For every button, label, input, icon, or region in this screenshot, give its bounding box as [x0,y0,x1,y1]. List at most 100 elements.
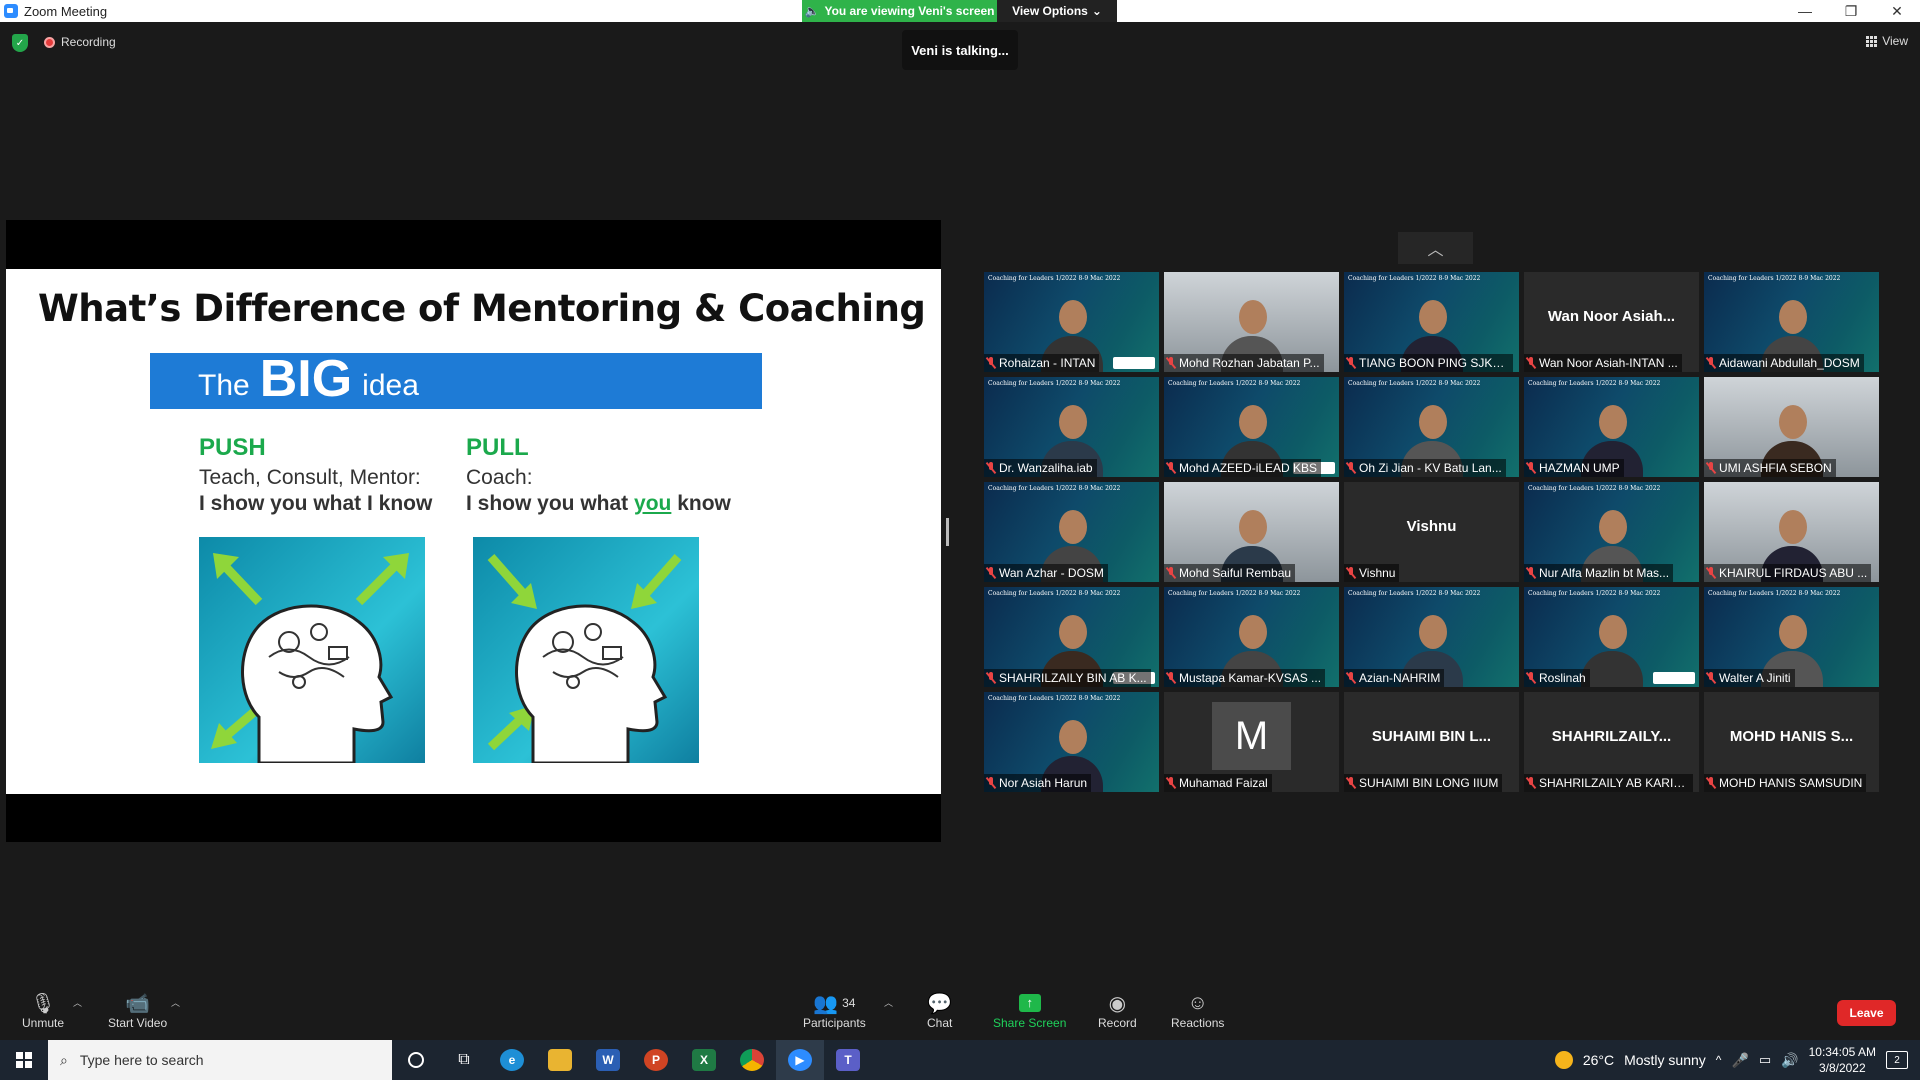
gallery-page-up-button[interactable]: ︿ [1398,232,1473,264]
active-speaker-toast: Veni is talking... [902,30,1018,70]
minimize-icon[interactable]: — [1782,0,1828,22]
virtual-bg-banner: Coaching for Leaders 1/2022 8-9 Mac 2022 [988,485,1121,492]
participant-tile[interactable]: Coaching for Leaders 1/2022 8-9 Mac 2022… [984,272,1159,372]
notifications-icon[interactable]: 2 [1886,1051,1908,1069]
start-video-button[interactable]: 📹 Start Video [108,990,167,1031]
video-options-caret[interactable]: ︿ [171,996,180,1009]
participant-tile[interactable]: Coaching for Leaders 1/2022 8-9 Mac 2022… [1344,377,1519,477]
participant-name: Mohd Rozhan Jabatan P... [1179,356,1320,370]
participants-options-caret[interactable]: ︿ [884,996,893,1009]
participant-tile[interactable]: Coaching for Leaders 1/2022 8-9 Mac 2022… [984,587,1159,687]
big-idea-idea: idea [362,369,419,402]
panel-splitter-handle[interactable] [946,518,949,546]
leave-button[interactable]: Leave [1837,1000,1896,1026]
weather-desc[interactable]: Mostly sunny [1624,1052,1706,1068]
participant-name: MOHD HANIS SAMSUDIN [1719,776,1863,790]
unmute-button[interactable]: 🎙 Unmute [22,990,64,1031]
weather-sun-icon[interactable] [1554,1051,1573,1069]
participant-tile[interactable]: MOHD HANIS S... MOHD HANIS SAMSUDIN [1704,692,1879,792]
record-icon: ◉ [1108,992,1127,1015]
grid-icon [1866,35,1878,47]
chat-button[interactable]: 💬 Chat [927,990,952,1031]
reactions-button[interactable]: ☺ Reactions [1171,990,1225,1031]
taskbar-search[interactable]: ⌕ Type here to search [48,1040,392,1080]
participant-gallery: Coaching for Leaders 1/2022 8-9 Mac 2022… [984,272,1889,792]
participant-tile[interactable]: Coaching for Leaders 1/2022 8-9 Mac 2022… [1164,377,1339,477]
participants-button[interactable]: 👥 34 Participants [803,990,866,1031]
virtual-bg-banner: Coaching for Leaders 1/2022 8-9 Mac 2022 [1348,275,1481,282]
participant-tile[interactable]: Coaching for Leaders 1/2022 8-9 Mac 2022… [984,482,1159,582]
participant-tile[interactable]: SUHAIMI BIN L... SUHAIMI BIN LONG IIUM [1344,692,1519,792]
participant-name: Vishnu [1359,566,1396,580]
excel-app[interactable]: X [680,1040,728,1080]
view-options-button[interactable]: View Options ⌄ [997,0,1117,22]
network-icon[interactable]: ▭ [1759,1052,1771,1068]
microphone-icon[interactable]: 🎤 [1731,1052,1748,1069]
edge-app[interactable]: e [488,1040,536,1080]
participant-tile[interactable]: Coaching for Leaders 1/2022 8-9 Mac 2022… [984,692,1159,792]
mic-muted-icon [1706,567,1716,579]
view-button[interactable]: View [1866,34,1908,48]
audio-options-caret[interactable]: ︿ [73,996,82,1009]
record-button[interactable]: ◉ Record [1098,990,1137,1031]
participant-tile[interactable]: Wan Noor Asiah... Wan Noor Asiah-INTAN ..… [1524,272,1699,372]
participant-nameplate: Nur Alfa Mazlin bt Mas... [1524,564,1674,582]
search-icon: ⌕ [60,1051,68,1068]
participant-nameplate: Aidawani Abdullah_DOSM [1704,354,1864,372]
chrome-app[interactable] [728,1040,776,1080]
logo-badge [1113,357,1155,369]
teams-app[interactable]: T [824,1040,872,1080]
share-screen-button[interactable]: ↑ Share Screen [993,990,1066,1030]
mic-muted-icon [1346,567,1356,579]
participant-name: SHAHRILZAILY BIN AB K... [999,671,1147,685]
participant-tile[interactable]: Coaching for Leaders 1/2022 8-9 Mac 2022… [1524,482,1699,582]
participant-tile[interactable]: Coaching for Leaders 1/2022 8-9 Mac 2022… [984,377,1159,477]
participant-tile[interactable]: Mohd Rozhan Jabatan P... [1164,272,1339,372]
participant-count: 34 [842,996,856,1010]
participant-tile[interactable]: Coaching for Leaders 1/2022 8-9 Mac 2022… [1524,377,1699,477]
search-placeholder: Type here to search [79,1052,204,1068]
task-view-button[interactable]: ⧉ [440,1040,488,1080]
participant-name: Mohd AZEED-iLEAD KBS [1179,461,1318,475]
speaker-icon: 🔈 [804,4,820,18]
volume-icon[interactable]: 🔊 [1781,1052,1798,1069]
mic-muted-icon [1166,357,1176,369]
chevron-up-icon[interactable]: ^ [1716,1053,1722,1067]
cortana-button[interactable] [392,1040,440,1080]
edge-icon: e [500,1049,524,1071]
participant-tile[interactable]: KHAIRUL FIRDAUS ABU ... [1704,482,1879,582]
clock[interactable]: 10:34:05 AM 3/8/2022 [1809,1044,1876,1076]
participant-name: Nor Asiah Harun [999,776,1088,790]
close-icon[interactable]: ✕ [1874,0,1920,22]
participant-nameplate: MOHD HANIS SAMSUDIN [1704,774,1867,792]
participant-nameplate: SHAHRILZAILY BIN AB K... [984,669,1151,687]
restore-icon[interactable]: ❐ [1828,0,1874,22]
participant-tile[interactable]: Coaching for Leaders 1/2022 8-9 Mac 2022… [1344,272,1519,372]
powerpoint-app[interactable]: P [632,1040,680,1080]
start-button[interactable] [0,1040,48,1080]
participant-tile[interactable]: UMI ASHFIA SEBON [1704,377,1879,477]
participant-tile[interactable]: M Muhamad Faizal [1164,692,1339,792]
shared-screen[interactable]: What’s Difference of Mentoring & Coachin… [6,220,941,842]
participant-tile[interactable]: Coaching for Leaders 1/2022 8-9 Mac 2022… [1344,587,1519,687]
participant-tile[interactable]: Coaching for Leaders 1/2022 8-9 Mac 2022… [1524,587,1699,687]
word-app[interactable]: W [584,1040,632,1080]
zoom-taskbar-app[interactable]: ▶ [776,1040,824,1080]
mic-muted-icon [1706,357,1716,369]
participant-tile[interactable]: Mohd Saiful Rembau [1164,482,1339,582]
security-shield-icon[interactable]: ✓ [12,34,28,52]
file-explorer-app[interactable] [536,1040,584,1080]
mic-muted-icon [1706,672,1716,684]
recording-indicator[interactable]: Recording [44,35,116,49]
participant-tile[interactable]: Coaching for Leaders 1/2022 8-9 Mac 2022… [1164,587,1339,687]
participant-tile[interactable]: SHAHRILZAILY... SHAHRILZAILY AB KARIM... [1524,692,1699,792]
reactions-label: Reactions [1171,1016,1225,1030]
participant-tile[interactable]: Vishnu Vishnu [1344,482,1519,582]
weather-temp[interactable]: 26°C [1583,1052,1614,1068]
participant-tile[interactable]: Coaching for Leaders 1/2022 8-9 Mac 2022… [1704,272,1879,372]
participant-nameplate: Azian-NAHRIM [1344,669,1445,687]
mic-muted-icon [986,672,996,684]
emoji-icon: ☺ [1187,991,1208,1014]
mic-muted-icon [1166,567,1176,579]
participant-tile[interactable]: Coaching for Leaders 1/2022 8-9 Mac 2022… [1704,587,1879,687]
